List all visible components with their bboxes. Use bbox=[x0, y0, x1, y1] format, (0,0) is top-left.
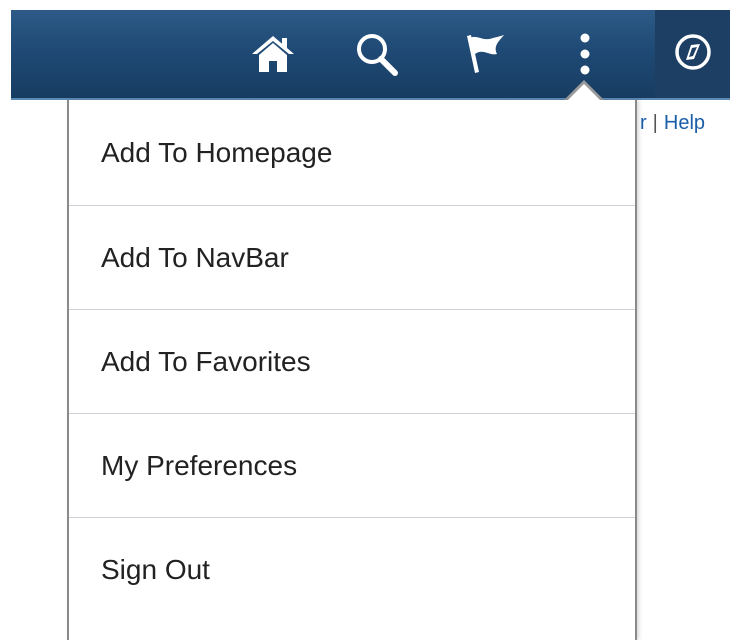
notifications-button[interactable] bbox=[455, 10, 515, 98]
help-link[interactable]: Help bbox=[664, 112, 705, 134]
menu-item-add-to-homepage[interactable]: Add To Homepage bbox=[69, 100, 635, 206]
menu-caret-fill bbox=[565, 84, 603, 103]
menu-item-add-to-navbar[interactable]: Add To NavBar bbox=[69, 206, 635, 310]
compass-icon bbox=[673, 32, 713, 77]
menu-item-add-to-favorites[interactable]: Add To Favorites bbox=[69, 310, 635, 414]
partial-link[interactable]: r bbox=[640, 112, 647, 134]
home-icon bbox=[250, 34, 296, 74]
menu-item-my-preferences[interactable]: My Preferences bbox=[69, 414, 635, 518]
actions-dropdown-menu: Add To Homepage Add To NavBar Add To Fav… bbox=[67, 100, 637, 640]
link-separator: | bbox=[652, 112, 658, 134]
menu-item-label: Sign Out bbox=[101, 554, 210, 585]
menu-item-sign-out[interactable]: Sign Out bbox=[69, 518, 635, 622]
more-vertical-icon bbox=[578, 31, 592, 77]
navbar-button[interactable] bbox=[655, 10, 730, 98]
search-icon bbox=[354, 31, 400, 77]
menu-item-label: Add To Homepage bbox=[101, 136, 333, 168]
menu-item-label: My Preferences bbox=[101, 449, 298, 481]
menu-item-label: Add To NavBar bbox=[101, 241, 289, 273]
flag-icon bbox=[463, 32, 507, 76]
menu-item-label: Add To Favorites bbox=[101, 345, 311, 377]
header-bar bbox=[11, 10, 730, 100]
search-button[interactable] bbox=[347, 10, 407, 98]
header-links: r | Help bbox=[640, 112, 705, 135]
home-button[interactable] bbox=[243, 10, 303, 98]
